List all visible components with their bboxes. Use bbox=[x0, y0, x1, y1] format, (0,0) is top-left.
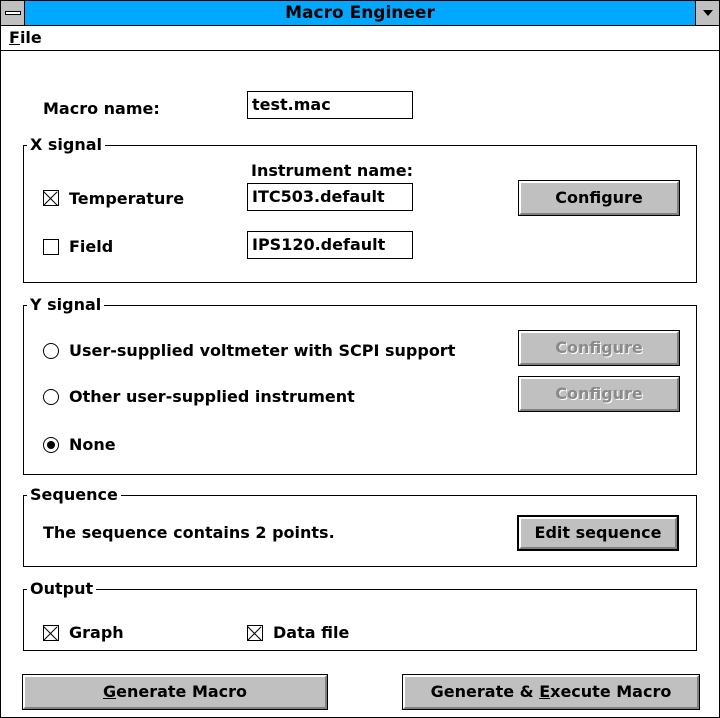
radio-other-instrument-label: Other user-supplied instrument bbox=[69, 387, 355, 406]
macro-name-input[interactable]: test.mac bbox=[247, 91, 413, 119]
data-file-label: Data file bbox=[273, 623, 350, 642]
menu-file[interactable]: File bbox=[9, 28, 42, 48]
window-title: Macro Engineer bbox=[285, 3, 435, 23]
menu-bar: File bbox=[1, 26, 719, 51]
title-bar: Macro Engineer bbox=[1, 1, 719, 26]
system-menu-icon bbox=[5, 11, 21, 15]
instrument-name-header: Instrument name: bbox=[251, 161, 414, 180]
y-signal-legend: Y signal bbox=[27, 296, 105, 314]
data-file-checkbox[interactable] bbox=[247, 625, 263, 641]
menu-file-mnemonic: F bbox=[9, 28, 20, 47]
radio-scpi-voltmeter-label: User-supplied voltmeter with SCPI suppor… bbox=[69, 341, 456, 360]
generate-label: enerate Macro bbox=[116, 682, 248, 701]
output-group bbox=[23, 589, 697, 651]
temperature-label: Temperature bbox=[69, 189, 185, 208]
generate-execute-label-rest: xecute Macro bbox=[550, 682, 672, 701]
menu-file-label: ile bbox=[19, 28, 42, 47]
x-signal-legend: X signal bbox=[27, 136, 106, 154]
scpi-configure-button[interactable]: Configure bbox=[518, 330, 680, 366]
radio-other-instrument[interactable] bbox=[43, 389, 59, 405]
other-configure-button[interactable]: Configure bbox=[518, 376, 680, 412]
edit-sequence-button[interactable]: Edit sequence bbox=[517, 515, 679, 551]
field-checkbox[interactable] bbox=[43, 239, 59, 255]
graph-checkbox[interactable] bbox=[43, 625, 59, 641]
output-legend: Output bbox=[27, 580, 97, 598]
temperature-instrument-field[interactable]: ITC503.default bbox=[247, 183, 413, 211]
generate-execute-macro-button[interactable]: Generate & Execute Macro bbox=[402, 674, 700, 710]
radio-selected-dot bbox=[47, 441, 55, 449]
generate-macro-button[interactable]: Generate Macro bbox=[22, 674, 328, 710]
generate-execute-label-pre: Generate & bbox=[430, 682, 540, 701]
generate-mnemonic: G bbox=[102, 682, 117, 701]
field-label: Field bbox=[69, 237, 114, 256]
macro-name-label: Macro name: bbox=[43, 99, 160, 118]
macro-engineer-window: Macro Engineer File Macro name: test.mac… bbox=[0, 0, 720, 718]
sequence-legend: Sequence bbox=[27, 486, 121, 504]
temperature-checkbox[interactable] bbox=[43, 190, 59, 206]
execute-mnemonic: E bbox=[539, 682, 551, 701]
sequence-summary-text: The sequence contains 2 points. bbox=[43, 523, 335, 542]
minimize-button[interactable] bbox=[695, 1, 719, 25]
system-menu-button[interactable] bbox=[1, 1, 25, 25]
x-configure-button[interactable]: Configure bbox=[518, 180, 680, 216]
field-instrument-field[interactable]: IPS120.default bbox=[247, 231, 413, 259]
radio-none-label: None bbox=[69, 435, 116, 454]
radio-none[interactable] bbox=[43, 437, 59, 453]
down-arrow-icon bbox=[703, 10, 713, 16]
graph-label: Graph bbox=[69, 623, 124, 642]
radio-scpi-voltmeter[interactable] bbox=[43, 343, 59, 359]
